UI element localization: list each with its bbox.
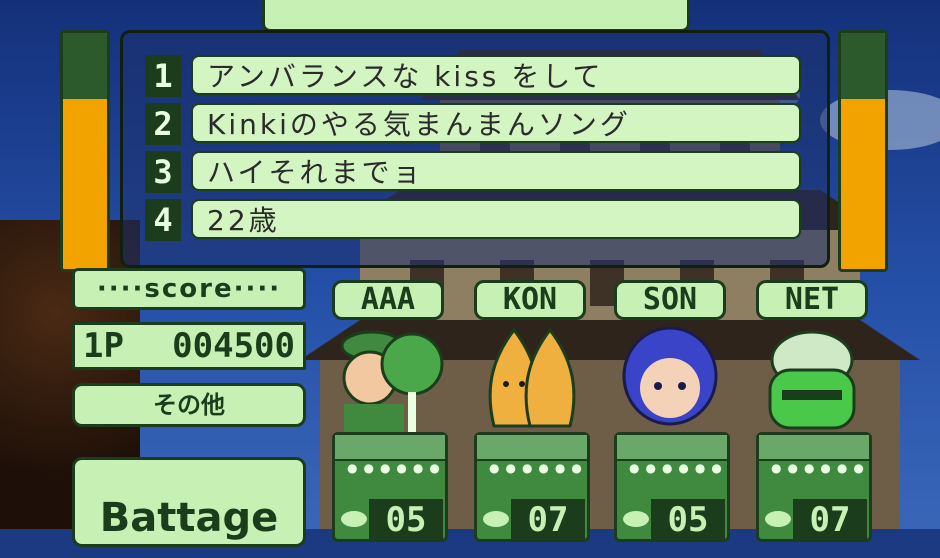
time-meter-right [838,30,888,272]
answer-number: 1 [145,55,181,97]
genre-label: その他 [72,383,306,427]
player-podium: ●●●●●● 05 [332,432,448,542]
player-name: AAA [332,280,444,320]
answer-option-2[interactable]: 2 Kinkiのやる気まんまんソング [145,101,805,145]
fox-character-icon [488,327,576,428]
player-label: 1P [83,326,124,366]
answer-text: Kinkiのやる気まんまんソング [191,103,801,143]
answer-option-1[interactable]: 1 アンバランスな kiss をして [145,53,805,97]
answer-number: 4 [145,199,181,241]
player-count: 07 [511,499,585,541]
score-value: 004500 [172,326,295,366]
item-icon [765,511,791,527]
player-podium: ●●●●●● 07 [474,432,590,542]
answer-option-4[interactable]: 4 22歳 [145,197,805,241]
time-meter-empty [63,33,107,100]
answer-number: 3 [145,151,181,193]
item-icon [623,511,649,527]
score-display: 1P 004500 [72,322,306,370]
player-podium: ●●●●●● 05 [614,432,730,542]
mode-label: Battage [72,457,306,547]
robot-dome-character-icon [768,330,856,430]
green-cap-character-icon [340,330,444,434]
answer-number: 2 [145,103,181,145]
answer-text: ハイそれまでョ [191,151,801,191]
player-name: SON [614,280,726,320]
player-count: 05 [369,499,443,541]
player-name: KON [474,280,586,320]
time-meter-empty [841,33,885,100]
time-meter-left [60,30,110,272]
question-title-plate [262,0,690,32]
blue-hair-character-icon [622,326,718,426]
player-podium: ●●●●●● 07 [756,432,872,542]
player-count: 07 [793,499,867,541]
answer-option-3[interactable]: 3 ハイそれまでョ [145,149,805,193]
score-header: ····score···· [72,268,306,310]
item-icon [483,511,509,527]
item-icon [341,511,367,527]
player-name: NET [756,280,868,320]
answer-text: 22歳 [191,199,801,239]
answer-panel: 1 アンバランスな kiss をして 2 Kinkiのやる気まんまんソング 3 … [120,30,830,268]
player-count: 05 [651,499,725,541]
answer-text: アンバランスな kiss をして [191,55,801,95]
